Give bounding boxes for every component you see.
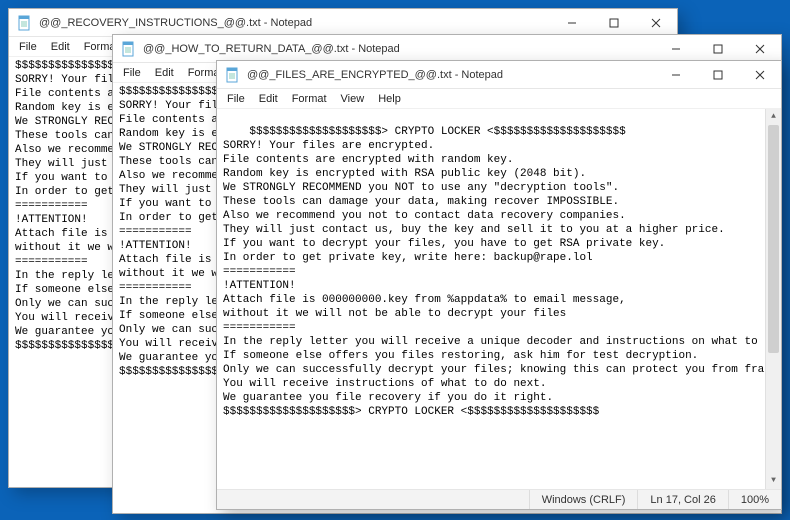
notepad-icon xyxy=(121,41,137,57)
status-position: Ln 17, Col 26 xyxy=(637,490,727,509)
close-button[interactable] xyxy=(739,35,781,63)
menubar: File Edit Format View Help xyxy=(217,89,781,109)
menu-file[interactable]: File xyxy=(221,91,251,107)
menu-edit[interactable]: Edit xyxy=(253,91,284,107)
statusbar: Windows (CRLF) Ln 17, Col 26 100% xyxy=(217,489,781,509)
maximize-button[interactable] xyxy=(697,61,739,89)
window-title: @@_FILES_ARE_ENCRYPTED_@@.txt - Notepad xyxy=(247,69,503,81)
minimize-button[interactable] xyxy=(551,9,593,37)
window-title: @@_RECOVERY_INSTRUCTIONS_@@.txt - Notepa… xyxy=(39,17,312,29)
close-button[interactable] xyxy=(635,9,677,37)
notepad-icon xyxy=(225,67,241,83)
status-encoding: Windows (CRLF) xyxy=(529,490,638,509)
scroll-thumb[interactable] xyxy=(768,125,779,353)
vertical-scrollbar[interactable]: ▲ ▼ xyxy=(765,109,781,489)
minimize-button[interactable] xyxy=(655,61,697,89)
window-title: @@_HOW_TO_RETURN_DATA_@@.txt - Notepad xyxy=(143,43,400,55)
close-button[interactable] xyxy=(739,61,781,89)
notepad-window-3[interactable]: @@_FILES_ARE_ENCRYPTED_@@.txt - Notepad … xyxy=(216,60,782,510)
maximize-button[interactable] xyxy=(593,9,635,37)
menu-edit[interactable]: Edit xyxy=(45,39,76,55)
titlebar[interactable]: @@_RECOVERY_INSTRUCTIONS_@@.txt - Notepa… xyxy=(9,9,677,37)
menu-help[interactable]: Help xyxy=(372,91,407,107)
notepad-icon xyxy=(17,15,33,31)
text-content: $$$$$$$$$$$$$$$$$$$$> CRYPTO LOCKER <$$$… xyxy=(223,126,781,418)
menu-view[interactable]: View xyxy=(335,91,371,107)
scroll-up-arrow[interactable]: ▲ xyxy=(766,109,781,125)
menu-file[interactable]: File xyxy=(117,65,147,81)
menu-edit[interactable]: Edit xyxy=(149,65,180,81)
menu-format[interactable]: Format xyxy=(286,91,333,107)
text-area[interactable]: $$$$$$$$$$$$$$$$$$$$> CRYPTO LOCKER <$$$… xyxy=(217,109,781,489)
menu-file[interactable]: File xyxy=(13,39,43,55)
status-zoom: 100% xyxy=(728,490,781,509)
minimize-button[interactable] xyxy=(655,35,697,63)
maximize-button[interactable] xyxy=(697,35,739,63)
titlebar[interactable]: @@_HOW_TO_RETURN_DATA_@@.txt - Notepad xyxy=(113,35,781,63)
titlebar[interactable]: @@_FILES_ARE_ENCRYPTED_@@.txt - Notepad xyxy=(217,61,781,89)
scroll-down-arrow[interactable]: ▼ xyxy=(766,473,781,489)
